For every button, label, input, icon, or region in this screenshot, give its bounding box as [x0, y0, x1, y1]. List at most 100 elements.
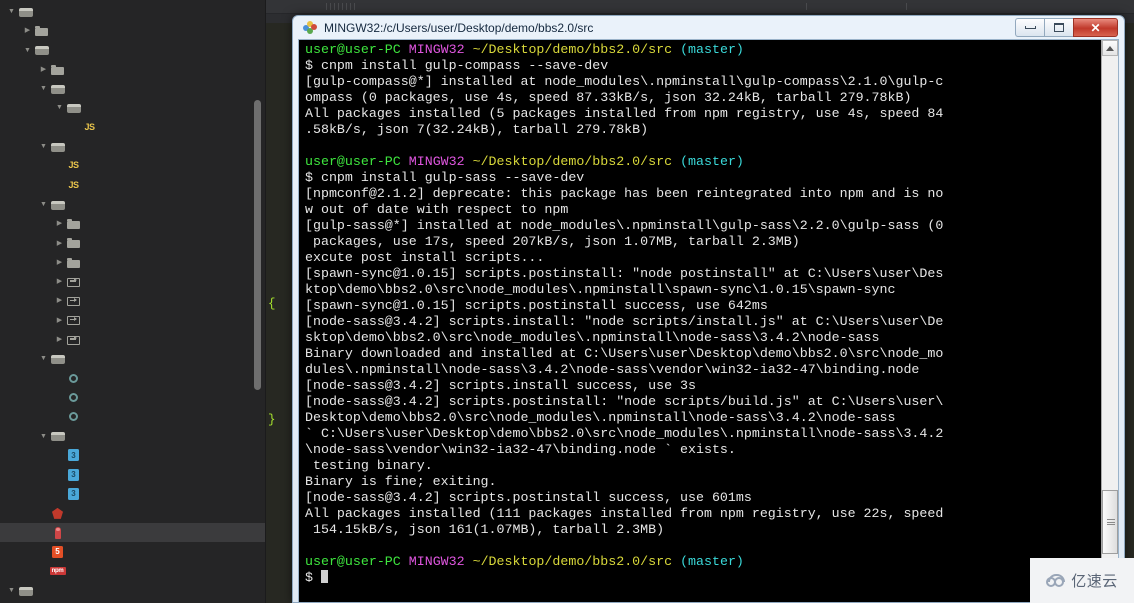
tree-item-php[interactable]: ▶: [0, 21, 265, 40]
terminal-output-line: [node-sass@3.4.2] scripts.postinstall su…: [305, 490, 752, 505]
tree-item-js[interactable]: ▼: [0, 137, 265, 156]
css-file-icon: 3: [68, 449, 79, 462]
terminal-window[interactable]: MINGW32:/c/Users/user/Desktop/demo/bbs2.…: [292, 15, 1125, 603]
terminal-title-text: MINGW32:/c/Users/user/Desktop/demo/bbs2.…: [324, 20, 594, 35]
chevron-right-icon[interactable]: ▶: [54, 330, 65, 349]
terminal-output-line: [node-sass@3.4.2] scripts.install succes…: [305, 378, 696, 393]
brace-marker: }: [268, 412, 276, 427]
chevron-down-icon[interactable]: ▼: [6, 2, 17, 21]
tree-item-gulp-uglify[interactable]: ▶: [0, 330, 265, 349]
terminal-scrollbar[interactable]: [1101, 40, 1118, 602]
chevron-right-icon[interactable]: ▶: [54, 253, 65, 272]
minimize-button[interactable]: [1015, 18, 1044, 37]
tree-item-index-js[interactable]: ·JS: [0, 156, 265, 175]
file-tree-sidebar[interactable]: ▼▶▼▶▼▼·JS▼·JS·JS▼▶▶▶▶▶▶▶▼···▼·3·3·3···5·…: [0, 0, 266, 603]
terminal-output-line: packages, use 17s, speed 207kB/s, json 1…: [305, 234, 800, 249]
folder-open-icon: [18, 7, 33, 17]
chevron-right-icon[interactable]: ▶: [54, 291, 65, 310]
folder-open-icon: [50, 200, 65, 210]
folder-open-icon: [50, 431, 65, 442]
tree-item-stylesheets[interactable]: ▼: [0, 427, 265, 446]
prompt-branch: (master): [680, 42, 744, 57]
terminal-output-line: All packages installed (5 packages insta…: [305, 106, 944, 121]
terminal-output-line: [npmconf@2.1.2] deprecate: this package …: [305, 186, 944, 201]
chevron-down-icon[interactable]: ▼: [38, 79, 49, 98]
spacer: ·: [54, 369, 65, 388]
chevron-right-icon[interactable]: ▶: [22, 21, 33, 40]
grip-icon: [1107, 519, 1115, 525]
chevron-down-icon[interactable]: ▼: [38, 349, 49, 368]
chevron-down-icon[interactable]: ▼: [38, 195, 49, 214]
tree-item-gulp[interactable]: ▶: [0, 253, 265, 272]
chevron-down-icon[interactable]: ▼: [6, 581, 17, 600]
tree-item-all-min-js[interactable]: ·JS: [0, 118, 265, 137]
terminal-titlebar[interactable]: MINGW32:/c/Users/user/Desktop/demo/bbs2.…: [297, 16, 1120, 39]
terminal-output[interactable]: user@user-PC MINGW32 ~/Desktop/demo/bbs2…: [299, 40, 1101, 602]
js-file-icon: JS: [68, 179, 79, 190]
css-file-icon: 3: [68, 468, 79, 481]
chevron-right-icon[interactable]: ▶: [54, 234, 65, 253]
chevron-right-icon[interactable]: ▶: [54, 311, 65, 330]
tree-item-node-modules[interactable]: ▼: [0, 195, 265, 214]
prompt-user: user@user-PC: [305, 154, 401, 169]
folder-open-icon: [50, 354, 65, 364]
tree-item-package-json[interactable]: ·npm: [0, 562, 265, 581]
close-button[interactable]: ✕: [1073, 18, 1118, 37]
tree-item-config-rb[interactable]: ·: [0, 504, 265, 523]
tree-item-ie-scss[interactable]: ·: [0, 369, 265, 388]
tree-item--npminstall[interactable]: ▶: [0, 234, 265, 253]
tree-item-cms[interactable]: ▼: [0, 581, 265, 600]
scroll-thumb[interactable]: [1102, 490, 1118, 554]
terminal-output-line: .58kB/s, json 7(32.24kB), tarball 279.78…: [305, 122, 649, 137]
terminal-output-line: ktop\demo\bbs2.0\src\node_modules\.npmin…: [305, 282, 896, 297]
terminal-output-line: Binary downloaded and installed at C:\Us…: [305, 346, 944, 361]
chevron-right-icon[interactable]: ▶: [54, 214, 65, 233]
folder-icon: [35, 25, 48, 36]
chevron-down-icon[interactable]: ▼: [54, 98, 65, 117]
terminal-output-line: [node-sass@3.4.2] scripts.install: "node…: [305, 314, 944, 329]
tree-item-screen-css[interactable]: ·3: [0, 484, 265, 503]
tree-item-update-js[interactable]: ·JS: [0, 176, 265, 195]
tree-item-gulp-concat[interactable]: ▶: [0, 291, 265, 310]
terminal-body[interactable]: user@user-PC MINGW32 ~/Desktop/demo/bbs2…: [298, 39, 1119, 602]
chevron-down-icon[interactable]: ▼: [38, 137, 49, 156]
folder-link-icon: [67, 335, 80, 345]
tree-item-src[interactable]: ▼: [0, 41, 265, 60]
terminal-output-line: [node-sass@3.4.2] scripts.postinstall: "…: [305, 394, 944, 409]
tree-item--bin[interactable]: ▶: [0, 214, 265, 233]
tree-item-bbs2-0[interactable]: ▼: [0, 2, 265, 21]
prompt-shell: MINGW32: [408, 154, 465, 169]
spacer: ·: [54, 484, 65, 503]
tree-item-screen-scss[interactable]: ·: [0, 407, 265, 426]
tree-item-sass[interactable]: ▼: [0, 349, 265, 368]
maximize-button[interactable]: [1044, 18, 1073, 37]
tree-item-print-scss[interactable]: ·: [0, 388, 265, 407]
terminal-output-line: ompass (0 packages, use 4s, speed 87.33k…: [305, 90, 912, 105]
sidebar-scrollbar[interactable]: [254, 100, 261, 390]
chevron-down-icon[interactable]: ▼: [38, 427, 49, 446]
terminal-output-line: [spawn-sync@1.0.15] scripts.postinstall:…: [305, 266, 944, 281]
maximize-icon: [1054, 23, 1064, 32]
folder-open-icon: [50, 84, 65, 94]
tree-item-gulp-sass[interactable]: ▶: [0, 311, 265, 330]
chevron-right-icon[interactable]: ▶: [38, 60, 49, 79]
tree-item-index-html[interactable]: ·5: [0, 542, 265, 561]
tree-item--sass-cache[interactable]: ▶: [0, 60, 265, 79]
scroll-up-arrow[interactable]: [1102, 40, 1118, 56]
spacer: ·: [54, 176, 65, 195]
tree-item-ie-css[interactable]: ·3: [0, 446, 265, 465]
prompt-branch: (master): [680, 154, 744, 169]
chevron-down-icon[interactable]: ▼: [22, 41, 33, 60]
window-controls[interactable]: ✕: [1015, 18, 1118, 37]
tree-item-gulpfile-js[interactable]: ·: [0, 523, 265, 543]
prompt-user: user@user-PC: [305, 42, 401, 57]
tree-item-print-css[interactable]: ·3: [0, 465, 265, 484]
terminal-input-line[interactable]: $: [305, 570, 1101, 586]
terminal-prompt-line: user@user-PC MINGW32 ~/Desktop/demo/bbs2…: [305, 42, 1101, 58]
chevron-right-icon[interactable]: ▶: [54, 272, 65, 291]
tree-item-js[interactable]: ▼: [0, 98, 265, 117]
tree-item-gulp-compass[interactable]: ▶: [0, 272, 265, 291]
tree-item-dist[interactable]: ▼: [0, 79, 265, 98]
text-cursor: [320, 570, 328, 583]
